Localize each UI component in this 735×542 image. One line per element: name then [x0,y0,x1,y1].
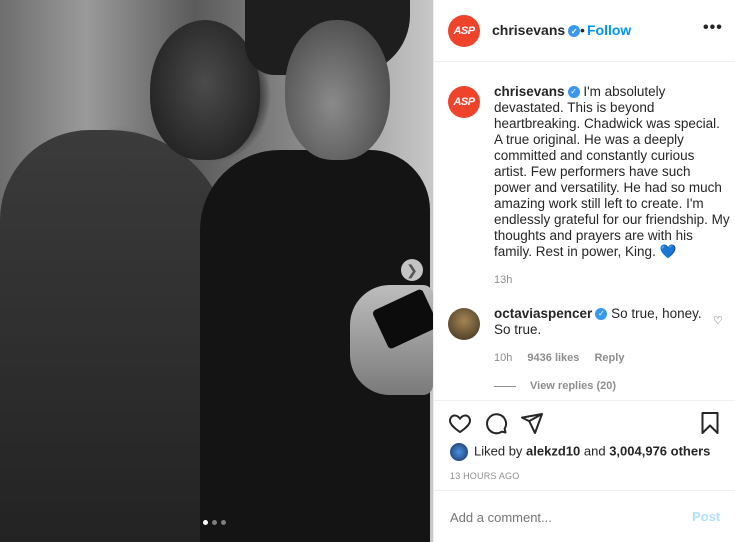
add-comment-bar: Post [434,490,735,542]
comment-input[interactable] [448,509,672,526]
comment-text-block: octaviaspencer ✓ So true, honey. So true. [494,306,704,338]
verified-icon: ✓ [595,308,608,321]
comment-icon[interactable] [484,411,508,435]
separator-dot: • [580,22,585,38]
avatar[interactable]: ASP [448,86,480,118]
verified-icon: ✓ [568,25,581,38]
caption-text: I'm absolutely devastated. This is beyon… [494,84,730,259]
comment-time[interactable]: 10h [494,352,512,364]
post-timestamp[interactable]: 13 HOURS AGO [450,471,519,481]
post-photo[interactable]: ❯ [0,0,433,542]
comment-likes[interactable]: 9436 likes [527,352,579,364]
comment-username[interactable]: octaviaspencer [494,306,592,321]
photo-figure-left [0,130,230,542]
comment-heart-icon[interactable]: ♡ [713,314,723,327]
next-arrow-icon[interactable]: ❯ [401,259,423,281]
liker-avatar[interactable] [450,443,468,461]
blue-heart-icon: 💙 [659,244,677,259]
verified-icon: ✓ [567,86,580,99]
follow-button[interactable]: Follow [587,22,631,38]
liked-prefix: Liked by [474,443,523,459]
share-icon[interactable] [520,411,544,435]
view-replies-label[interactable]: View replies (20) [530,380,616,392]
liked-by: Liked by alekzd10 and 3,004,976 others [450,443,710,461]
replies-divider [494,385,516,387]
post-button[interactable]: Post [692,509,720,524]
caption-time[interactable]: 13h [494,274,512,286]
avatar[interactable]: ASP [448,15,480,47]
photo-head-left [150,20,260,160]
liked-middle: and [583,443,606,459]
view-replies-button[interactable]: View replies (20) [494,380,616,392]
reply-button[interactable]: Reply [594,352,624,364]
instagram-post: ❯ ASP chrisevans ✓ • Follow ••• ASP chris… [0,0,735,542]
photo-head-right [285,20,390,160]
username-text[interactable]: chrisevans [492,22,565,38]
caption-text-block: chrisevans ✓ I'm absolutely devastated. T… [494,84,730,260]
carousel-dots [203,520,226,525]
avatar[interactable] [448,308,480,340]
carousel-dot [203,520,208,525]
post-header: ASP chrisevans ✓ • Follow ••• [434,0,735,62]
more-icon[interactable]: ••• [703,19,723,37]
action-bar: Liked by alekzd10 and 3,004,976 others 1… [434,400,735,490]
post-side-panel: ASP chrisevans ✓ • Follow ••• ASP chrisev… [433,0,735,542]
username-link[interactable]: chrisevans ✓ [492,22,581,38]
heart-icon[interactable] [448,411,472,435]
bookmark-icon[interactable] [698,411,722,435]
comment-meta: 10h 9436 likes Reply [494,352,636,364]
likes-count[interactable]: 3,004,976 others [609,443,710,458]
caption-username[interactable]: chrisevans [494,84,565,99]
liker-username[interactable]: alekzd10 [526,443,580,458]
carousel-dot [221,520,226,525]
carousel-dot [212,520,217,525]
